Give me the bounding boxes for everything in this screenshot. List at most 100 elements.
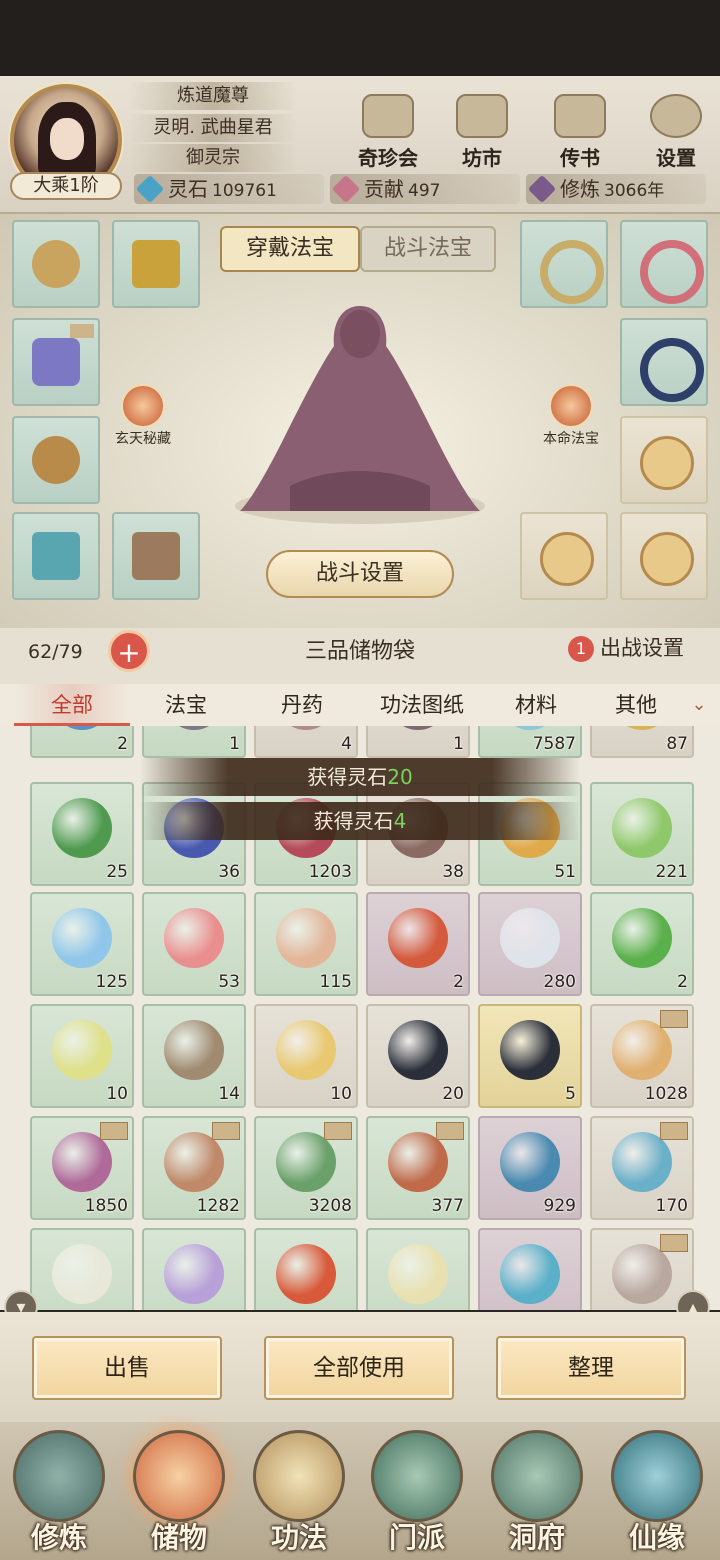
equip-slot-robe[interactable] xyxy=(12,318,100,406)
inventory-item[interactable] xyxy=(30,1228,134,1310)
mail-button[interactable]: 传书 xyxy=(540,94,620,170)
locked-slot[interactable] xyxy=(520,512,608,600)
equip-slot-necklace[interactable] xyxy=(12,220,100,308)
natal-treasure-button[interactable]: 本命法宝 xyxy=(536,384,606,448)
item-icon xyxy=(612,1244,672,1304)
meditating-character xyxy=(235,306,485,524)
inventory-item[interactable]: 280 xyxy=(478,892,582,996)
market-icon xyxy=(456,94,508,138)
inventory-item[interactable]: 7587 xyxy=(478,726,582,758)
xuantian-label: 玄天秘藏 xyxy=(115,431,171,447)
locked-slot[interactable] xyxy=(620,512,708,600)
inventory-item[interactable]: 115 xyxy=(254,892,358,996)
item-icon xyxy=(52,1020,112,1080)
inventory-item[interactable] xyxy=(366,1228,470,1310)
filter-tab-other[interactable]: 其他 xyxy=(588,684,684,726)
inventory-item[interactable]: 14 xyxy=(142,1004,246,1108)
inventory-item[interactable]: 221 xyxy=(590,782,694,886)
item-count: 4 xyxy=(341,734,352,754)
inventory-item[interactable]: 5 xyxy=(478,1004,582,1108)
equip-slot-boots[interactable] xyxy=(112,512,200,600)
settings-button[interactable]: 设置 xyxy=(636,94,716,170)
inventory-item[interactable]: 1850 xyxy=(30,1116,134,1220)
nav-cave[interactable]: 洞府 xyxy=(482,1430,592,1556)
nav-cultivation[interactable]: 修炼 xyxy=(4,1430,114,1556)
item-count: 20 xyxy=(442,1084,464,1104)
nav-fate[interactable]: 仙缘 xyxy=(602,1430,712,1556)
inventory-item[interactable]: 87 xyxy=(590,726,694,758)
nav-storage[interactable]: 储物 xyxy=(124,1430,234,1556)
expand-bag-button[interactable]: + xyxy=(108,630,150,672)
crown-icon xyxy=(132,240,180,288)
chevron-down-icon[interactable]: ⌄ xyxy=(684,684,714,726)
inventory-item[interactable]: 20 xyxy=(366,1004,470,1108)
nav-label: 修炼 xyxy=(30,1521,87,1554)
sort-button[interactable]: 整理 xyxy=(496,1336,686,1400)
inventory-item[interactable] xyxy=(142,1228,246,1310)
equip-slot-pants[interactable] xyxy=(12,512,100,600)
filter-tab-manuals[interactable]: 功法图纸 xyxy=(360,684,484,726)
equip-slot-gloves[interactable] xyxy=(12,416,100,504)
item-icon xyxy=(276,908,336,968)
gear-icon xyxy=(650,94,702,138)
inventory-item[interactable]: 53 xyxy=(142,892,246,996)
qizhenhui-button[interactable]: 奇珍会 xyxy=(348,94,428,170)
inventory-item[interactable]: 1 xyxy=(142,726,246,758)
item-icon xyxy=(164,1020,224,1080)
filter-tab-pills[interactable]: 丹药 xyxy=(244,684,360,726)
inventory-item[interactable]: 10 xyxy=(254,1004,358,1108)
item-count: 1850 xyxy=(84,1196,128,1216)
item-icon xyxy=(500,908,560,968)
filter-tab-materials[interactable]: 材料 xyxy=(484,684,588,726)
item-icon xyxy=(612,726,672,730)
inventory-item[interactable] xyxy=(478,1228,582,1310)
battle-deploy-button[interactable]: 1 出战设置 xyxy=(568,628,718,668)
inventory-item[interactable]: 1 xyxy=(366,726,470,758)
nav-sect[interactable]: 门派 xyxy=(362,1430,472,1556)
equip-slot-ring-2[interactable] xyxy=(620,220,708,308)
lock-icon xyxy=(640,436,694,490)
nav-techniques[interactable]: 功法 xyxy=(244,1430,354,1556)
inventory-item[interactable] xyxy=(254,1228,358,1310)
inventory-item[interactable]: 1282 xyxy=(142,1116,246,1220)
inventory-item[interactable]: 929 xyxy=(478,1116,582,1220)
inventory-item[interactable]: 2 xyxy=(590,892,694,996)
equip-slot-bracelet[interactable] xyxy=(620,318,708,406)
contribution-counter: 贡献 497 xyxy=(330,174,520,204)
battle-settings-button[interactable]: 战斗设置 xyxy=(266,550,454,598)
inventory-item[interactable]: 25 xyxy=(30,782,134,886)
equip-slot-ring-1[interactable] xyxy=(520,220,608,308)
inventory-item[interactable]: 2 xyxy=(366,892,470,996)
bag-title: 三品储物袋 xyxy=(304,639,415,664)
sect-gate-icon xyxy=(371,1430,463,1522)
xuantian-treasure-button[interactable]: 玄天秘藏 xyxy=(108,384,178,448)
settings-label: 设置 xyxy=(656,146,696,170)
filter-tab-all[interactable]: 全部 xyxy=(14,684,130,726)
item-count: 1282 xyxy=(196,1196,240,1216)
item-count: 2 xyxy=(453,972,464,992)
inventory-item[interactable]: 377 xyxy=(366,1116,470,1220)
locked-slot[interactable] xyxy=(620,416,708,504)
inventory-item[interactable]: 170 xyxy=(590,1116,694,1220)
inventory-item[interactable]: 4 xyxy=(254,726,358,758)
item-icon xyxy=(52,798,112,858)
market-button[interactable]: 坊市 xyxy=(442,94,522,170)
bound-tag xyxy=(660,1010,688,1028)
qizhenhui-label: 奇珍会 xyxy=(358,146,418,170)
tab-worn-treasures[interactable]: 穿戴法宝 xyxy=(220,226,360,272)
equip-slot-hat[interactable] xyxy=(112,220,200,308)
player-honor: 灵明. 武曲星君 xyxy=(128,114,298,142)
inventory-item[interactable]: 3208 xyxy=(254,1116,358,1220)
technique-scroll-icon xyxy=(253,1430,345,1522)
sell-button[interactable]: 出售 xyxy=(32,1336,222,1400)
tab-battle-treasures[interactable]: 战斗法宝 xyxy=(360,226,496,272)
inventory-item[interactable]: 125 xyxy=(30,892,134,996)
use-all-button[interactable]: 全部使用 xyxy=(264,1336,454,1400)
inventory-item[interactable]: 10 xyxy=(30,1004,134,1108)
inventory-item[interactable]: 1028 xyxy=(590,1004,694,1108)
item-count: 3208 xyxy=(308,1196,352,1216)
filter-tab-treasures[interactable]: 法宝 xyxy=(130,684,242,726)
inventory-item[interactable]: 2 xyxy=(30,726,134,758)
pavilion-icon xyxy=(362,94,414,138)
item-icon xyxy=(388,1244,448,1304)
